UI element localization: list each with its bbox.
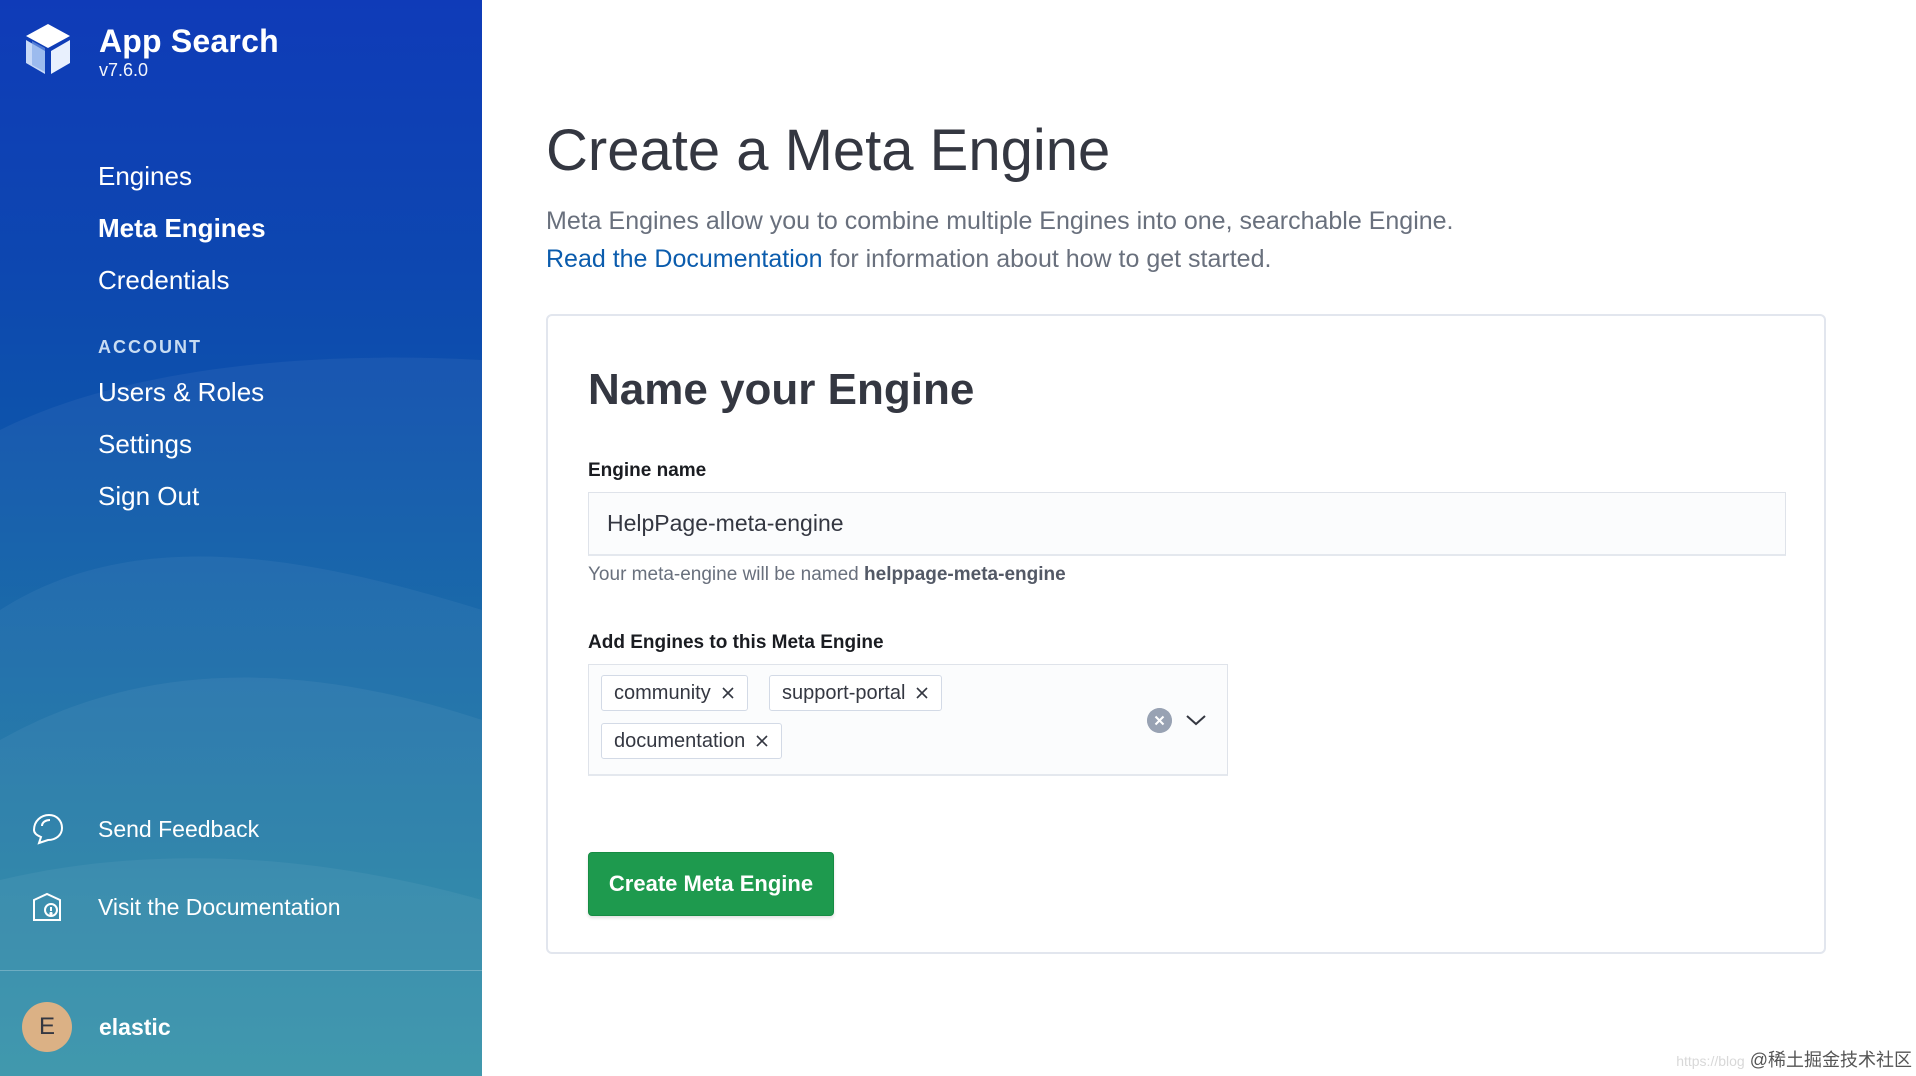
user-menu[interactable]: E elastic: [22, 1002, 171, 1052]
panel-title: Name your Engine: [588, 365, 975, 414]
engine-pill-community: community: [601, 675, 748, 711]
engine-name-help-value: helppage-meta-engine: [864, 564, 1066, 585]
page-description-line-2-rest: for information about how to get started…: [822, 245, 1272, 273]
user-name: elastic: [99, 1013, 171, 1040]
sidebar-item-sign-out[interactable]: Sign Out: [98, 470, 266, 522]
sidebar-item-credentials[interactable]: Credentials: [98, 254, 266, 306]
engine-name-label: Engine name: [588, 460, 707, 481]
sidebar-item-meta-engines[interactable]: Meta Engines: [98, 202, 266, 254]
page-title: Create a Meta Engine: [546, 118, 1111, 183]
cross-icon[interactable]: [721, 686, 735, 700]
page-description: Meta Engines allow you to combine multip…: [546, 202, 1846, 278]
cross-icon[interactable]: [915, 686, 929, 700]
user-divider: [0, 970, 482, 971]
engine-name-input[interactable]: [588, 492, 1786, 556]
engine-pill-documentation: documentation: [601, 723, 783, 759]
sidebar: App Search v7.6.0 Engines Meta Engines C…: [0, 0, 482, 1076]
feedback-icon: [32, 813, 64, 845]
engine-name-help: Your meta-engine will be named helppage-…: [588, 564, 1066, 586]
sidebar-item-settings[interactable]: Settings: [98, 418, 266, 470]
sidebar-nav: Engines Meta Engines Credentials ACCOUNT…: [98, 150, 266, 522]
sidebar-item-engines[interactable]: Engines: [98, 150, 266, 202]
send-feedback-label: Send Feedback: [98, 815, 260, 842]
engine-pill-label: documentation: [614, 729, 746, 752]
watermark: https://blog @稀土掘金技术社区: [1676, 1046, 1912, 1072]
cross-icon[interactable]: [755, 734, 769, 748]
engine-pill-support-portal: support-portal: [769, 675, 943, 711]
page-description-line-2: Read the Documentation for information a…: [546, 240, 1846, 278]
add-engines-label: Add Engines to this Meta Engine: [588, 632, 884, 653]
watermark-faint: https://blog: [1676, 1053, 1745, 1069]
visit-documentation-link[interactable]: Visit the Documentation: [28, 888, 341, 926]
sidebar-item-users-roles[interactable]: Users & Roles: [98, 366, 266, 418]
engine-pill-label: support-portal: [782, 681, 906, 704]
app-search-logo-icon: [26, 24, 70, 74]
avatar: E: [22, 1002, 72, 1052]
engine-pill-label: community: [614, 681, 711, 704]
chevron-down-icon[interactable]: [1185, 712, 1207, 728]
watermark-text: @稀土掘金技术社区: [1749, 1050, 1912, 1070]
brand[interactable]: App Search v7.6.0: [22, 22, 279, 80]
documentation-icon: [33, 892, 61, 921]
visit-documentation-label: Visit the Documentation: [98, 893, 341, 920]
engine-name-help-prefix: Your meta-engine will be named: [588, 564, 865, 585]
engines-combobox[interactable]: community support-portal documentation: [588, 664, 1228, 776]
app-version: v7.6.0: [99, 60, 149, 80]
create-meta-engine-button[interactable]: Create Meta Engine: [588, 852, 834, 916]
send-feedback-link[interactable]: Send Feedback: [28, 810, 259, 848]
read-documentation-link[interactable]: Read the Documentation: [546, 245, 823, 273]
app-title: App Search: [99, 23, 279, 59]
page-description-line-1: Meta Engines allow you to combine multip…: [546, 207, 1454, 235]
name-engine-panel: Name your Engine Engine name Your meta-e…: [546, 314, 1826, 954]
clear-icon[interactable]: [1147, 708, 1172, 733]
account-section-heading: ACCOUNT: [98, 337, 202, 357]
